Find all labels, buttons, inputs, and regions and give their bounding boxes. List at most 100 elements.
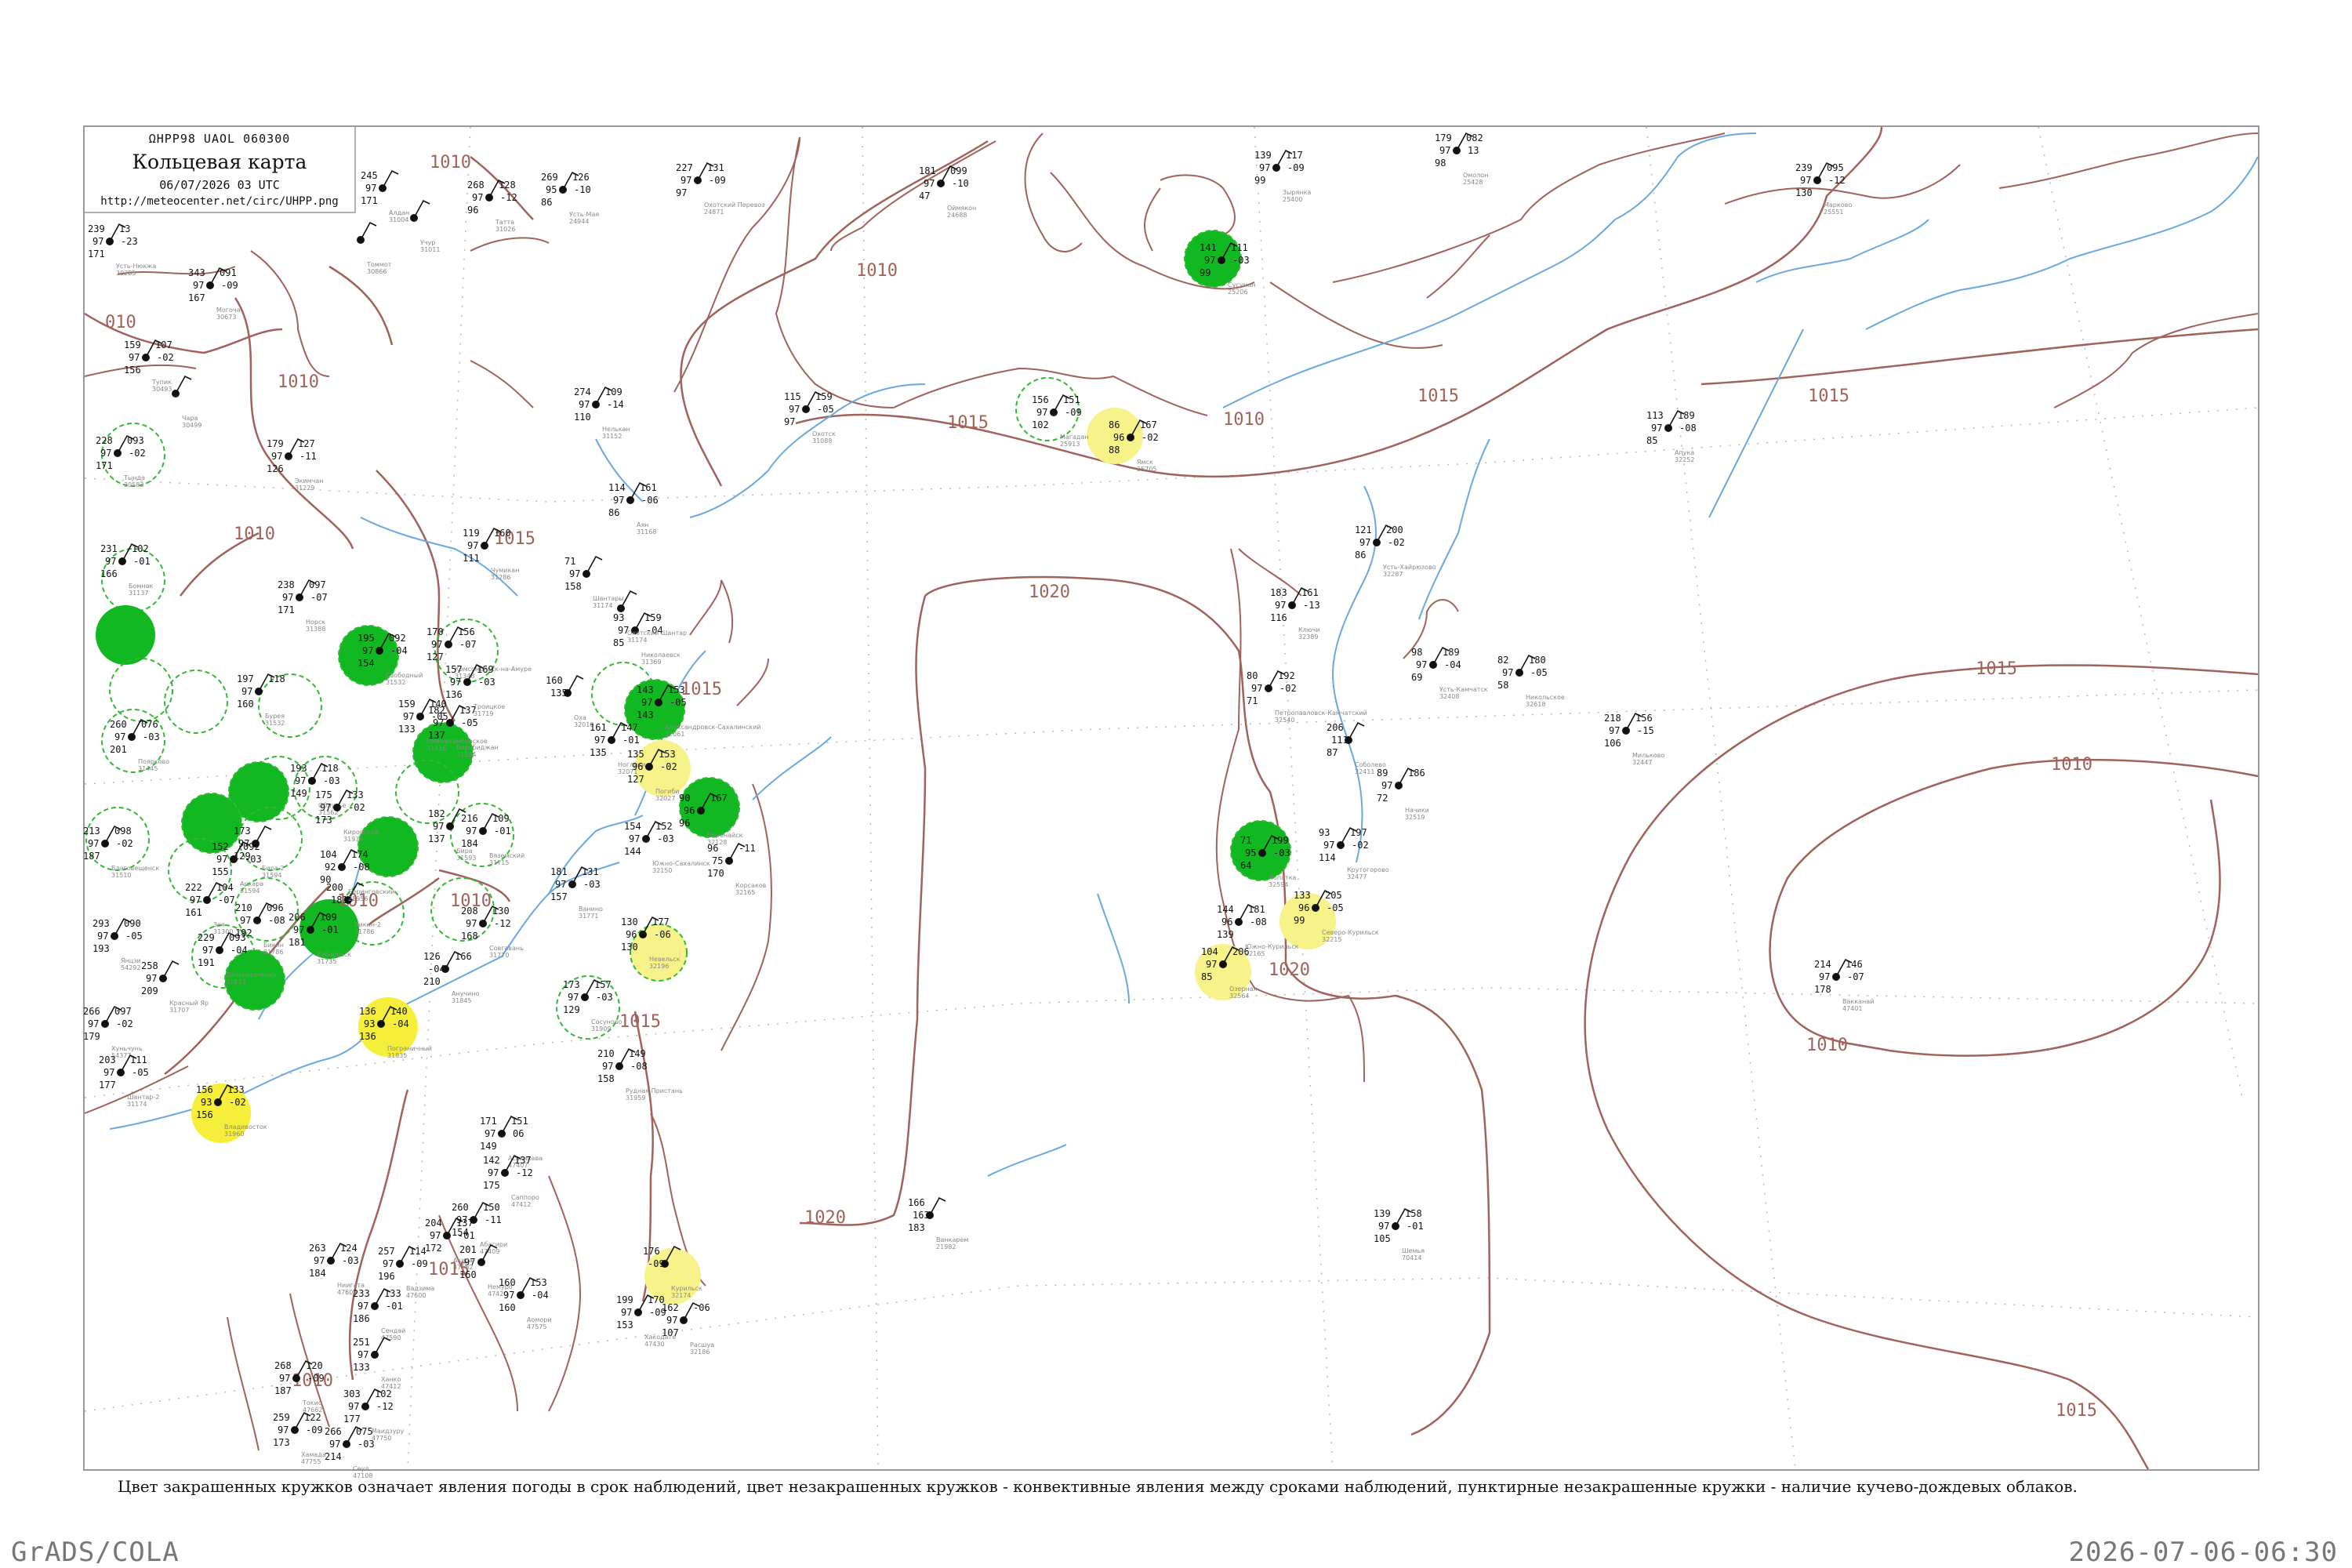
station-value: -06: [654, 929, 671, 940]
station-value: 154: [358, 658, 375, 669]
station-value: 161: [590, 722, 607, 733]
station-value: 161: [185, 907, 202, 918]
station-value: 150: [483, 1202, 500, 1213]
station-plot: 113 9785 189 -08 Апука32252: [1646, 409, 1697, 463]
station-value: 144: [624, 846, 641, 857]
station-value: 97: [348, 1401, 359, 1412]
station-value: -09: [221, 280, 238, 291]
station-value: 179: [1435, 132, 1452, 143]
station-plot: 26697214075-03Сеул47108: [325, 1425, 375, 1479]
station-value: 154: [624, 821, 641, 832]
station-value: 127: [298, 438, 315, 449]
station-plot: 210 97158 149 -08 Рудная Пристань31959: [597, 1047, 683, 1102]
station-value: -04: [1444, 659, 1461, 670]
station-value: 97: [216, 854, 227, 865]
station-plot: 139 97105 158 -01 Шемья70414: [1374, 1207, 1425, 1261]
station-value: 166: [908, 1197, 925, 1208]
isobar-label: 1015: [2056, 1401, 2097, 1421]
station-plot: 26995 86 126-10 Усть-Мая24944: [541, 171, 599, 225]
station-value: 266: [325, 1426, 342, 1437]
station-name: Красный Яр: [169, 1000, 209, 1007]
station-value: 268: [467, 180, 485, 191]
station-value: 204: [425, 1218, 442, 1229]
station-value: 114: [409, 1246, 426, 1257]
station-value: -15: [1637, 725, 1654, 736]
station-id: 54292: [121, 964, 140, 971]
station-value: -04: [230, 945, 248, 956]
station-value: 97: [569, 568, 580, 579]
station-value: 189: [1678, 410, 1695, 421]
station-value: 141: [1200, 242, 1217, 253]
station-plot: 160135Оха32010: [546, 674, 593, 728]
station-value: 97: [467, 540, 478, 551]
station-value: 266: [83, 1006, 100, 1017]
station-value: 133: [398, 724, 416, 735]
isobar-label: 1010: [2051, 755, 2092, 775]
station-value: 171: [96, 460, 113, 471]
station-value: -12: [1828, 175, 1846, 186]
station-value: 96: [679, 818, 690, 829]
station-plot: 228 97171 093 -02 Тында30583: [96, 434, 146, 488]
station-value: 71: [1240, 835, 1251, 846]
station-value: 97: [1502, 667, 1513, 678]
station-value: 97: [488, 1167, 499, 1178]
isobar-label: 1010: [278, 372, 319, 392]
station-value: 119: [463, 528, 480, 539]
station-value: 97: [403, 711, 414, 722]
station-name: Ванино: [579, 906, 603, 913]
station-value: 136: [359, 1031, 376, 1042]
station-value: 158: [564, 581, 582, 592]
station-value: 98: [1435, 158, 1446, 169]
station-value: 156: [1635, 713, 1653, 724]
station-value: 177: [343, 1414, 361, 1425]
station-value: 97: [1323, 840, 1334, 851]
station-plot: 179 97126 127 -11 Экимчан31229: [267, 437, 324, 492]
station-name: Расшуа: [690, 1341, 714, 1348]
station-value: 97: [271, 451, 282, 462]
station-value: 97: [485, 1128, 495, 1139]
isobar-label: 1020: [804, 1208, 846, 1228]
station-value: 076: [141, 719, 158, 730]
station-value: 139: [1217, 929, 1234, 940]
station-value: 187: [83, 851, 100, 862]
station-value: 153: [659, 749, 676, 760]
station-value: 86: [1355, 550, 1366, 561]
station-name: Сусуман: [1228, 281, 1256, 289]
station-value: 155: [212, 866, 229, 877]
station-name: Усть-Камчатск: [1439, 686, 1488, 693]
station-value: -02: [116, 838, 133, 849]
station-value: 97: [1416, 659, 1427, 670]
station-value: 233: [353, 1288, 370, 1299]
station-value: 97: [433, 821, 444, 832]
station-value: 214: [1814, 959, 1831, 970]
station-name: Беринговский: [348, 888, 394, 895]
station-plot: 16097160153-04Аомори47575: [499, 1276, 552, 1330]
station-value: 179: [267, 438, 284, 449]
station-value: 191: [198, 957, 215, 968]
station-value: 131: [582, 866, 599, 877]
station-value: 260: [110, 719, 127, 730]
station-value: 090: [124, 918, 141, 929]
station-value: 97: [681, 175, 691, 186]
station-value: 213: [83, 826, 100, 837]
station-value: 97: [450, 677, 461, 688]
station-value: 97: [430, 1230, 441, 1241]
station-value: 189: [1443, 647, 1460, 658]
station-value: 13: [119, 223, 130, 234]
station-value: -13: [1303, 600, 1320, 611]
station-plot: 238 97171 097 -07 Норск31388: [278, 579, 328, 633]
station-value: 158: [1405, 1208, 1422, 1219]
station-value: 182: [428, 808, 445, 819]
station-value: 260: [452, 1202, 469, 1213]
station-name: Николаевск: [641, 652, 681, 659]
station-plot: 183 97116 161 -13 Ключи32389: [1270, 586, 1320, 641]
station-id: 47401: [1842, 1005, 1862, 1012]
station-value: 102: [1032, 419, 1049, 430]
station-plot: Учур31011: [410, 199, 440, 253]
station-value: -09: [709, 175, 726, 186]
station-value: 192: [1278, 670, 1295, 681]
station-value: 97: [789, 404, 800, 415]
station-value: -09: [1287, 162, 1305, 173]
isobar-label: 1015: [1976, 659, 2017, 679]
station-plot: 7197 158 Шантары31174: [564, 555, 624, 609]
